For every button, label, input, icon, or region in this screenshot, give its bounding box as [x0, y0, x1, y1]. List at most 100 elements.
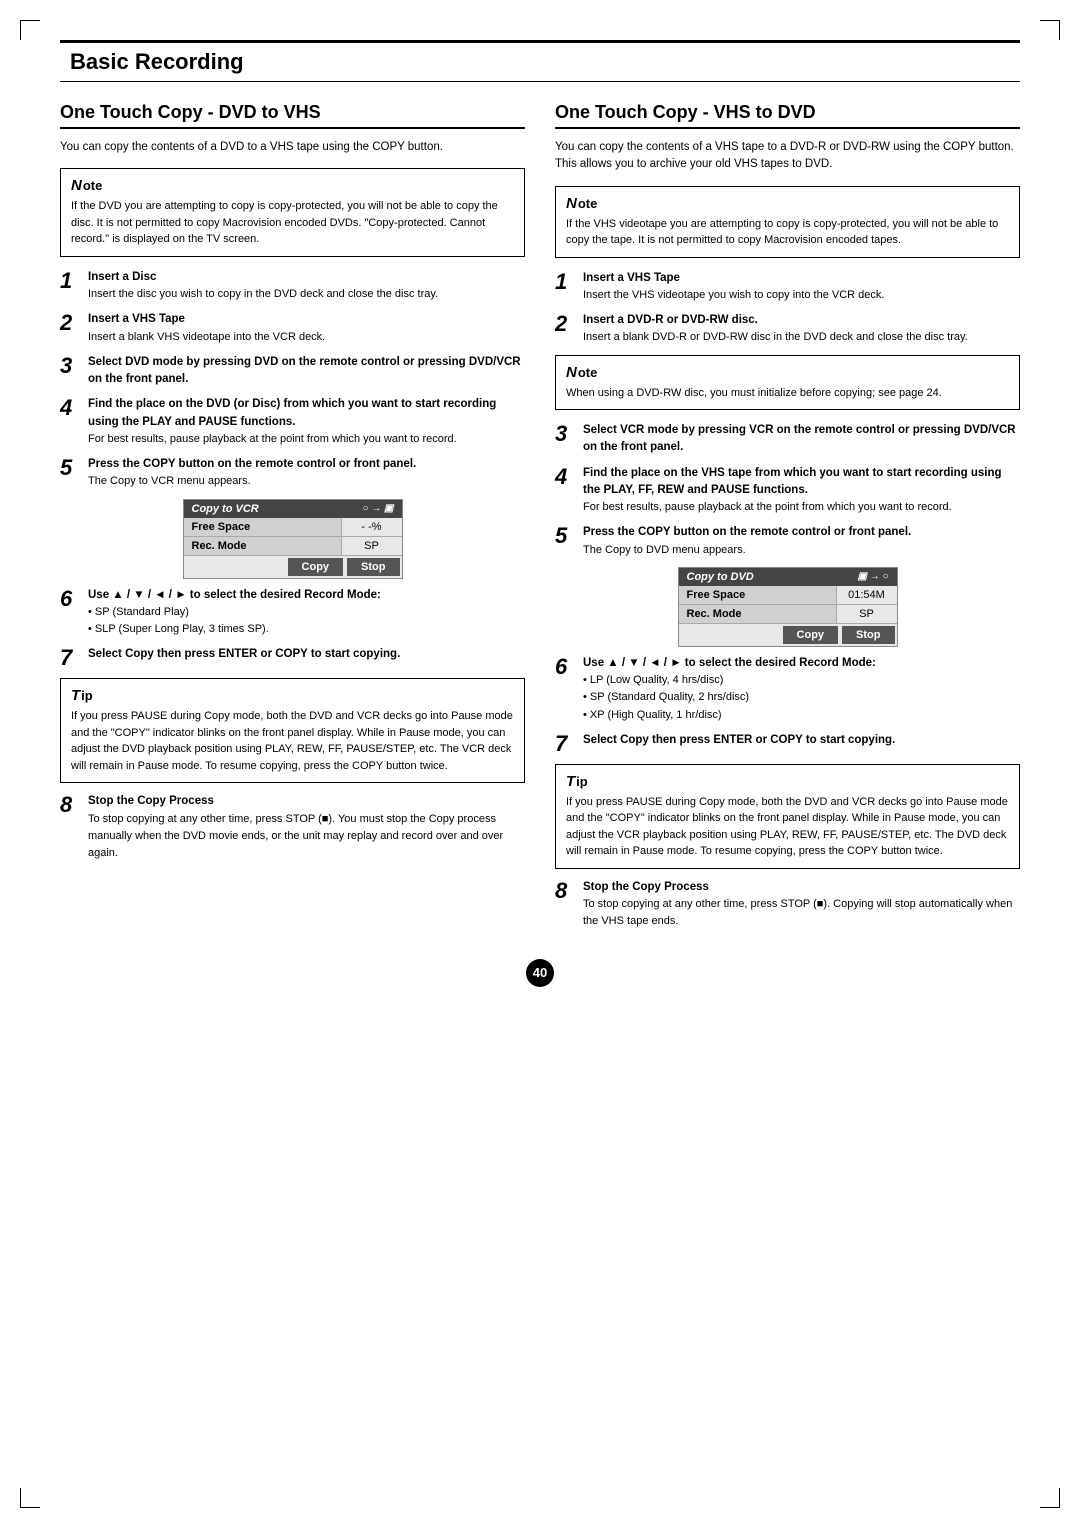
menu-dvd-stop-button[interactable]: Stop — [842, 626, 894, 644]
right-step-num-3: 3 — [555, 422, 579, 446]
left-step-6: 6 Use ▲ / ▼ / ◄ / ► to select the desire… — [60, 587, 525, 639]
step-num-4: 4 — [60, 396, 84, 420]
right-tip-title: T ip — [566, 773, 1009, 790]
right-note2-text: When using a DVD-RW disc, you must initi… — [566, 385, 1009, 402]
step-num-8: 8 — [60, 793, 84, 817]
step-num-5: 5 — [60, 456, 84, 480]
right-step-num-4: 4 — [555, 465, 579, 489]
right-section-heading: One Touch Copy - VHS to DVD — [555, 102, 1020, 129]
step-4-title: Find the place on the DVD (or Disc) from… — [88, 398, 496, 427]
menu-dvd-title-bar: Copy to DVD ▣ → ○ — [679, 568, 897, 586]
corner-mark-bl — [20, 1488, 40, 1508]
right-step-5-title: Press the COPY button on the remote cont… — [583, 526, 911, 538]
step-7-title: Select Copy then press ENTER or COPY to … — [88, 648, 400, 660]
menu-vcr-icons: ○ → ▣ — [362, 503, 393, 514]
left-tip-title: T ip — [71, 687, 514, 704]
menu-vcr-recmode-row: Rec. Mode SP — [184, 537, 402, 556]
menu-vcr-freespace-label: Free Space — [184, 518, 342, 536]
left-column: One Touch Copy - DVD to VHS You can copy… — [60, 102, 525, 939]
menu-vcr-buttons: Copy Stop — [184, 556, 402, 578]
right-tip-box: T ip If you press PAUSE during Copy mode… — [555, 764, 1020, 869]
step-num-2: 2 — [60, 311, 84, 335]
menu-vcr-label: Copy to VCR — [192, 503, 259, 515]
right-note-box: N ote If the VHS videotape you are attem… — [555, 186, 1020, 258]
right-step-5-body: The Copy to DVD menu appears. — [583, 544, 746, 556]
right-step-3-title: Select VCR mode by pressing VCR on the r… — [583, 424, 1016, 453]
step-4-body: For best results, pause playback at the … — [88, 433, 457, 445]
tip-t-icon-right: T — [566, 773, 575, 790]
right-step-num-6: 6 — [555, 655, 579, 679]
menu-dvd-freespace-row: Free Space 01:54M — [679, 586, 897, 605]
right-step-4-title: Find the place on the VHS tape from whic… — [583, 467, 1002, 496]
right-step-num-5: 5 — [555, 524, 579, 548]
right-step-7: 7 Select Copy then press ENTER or COPY t… — [555, 732, 1020, 756]
left-note-title: N ote — [71, 177, 514, 194]
tip-t-icon: T — [71, 687, 80, 704]
left-note-box: N ote If the DVD you are attempting to c… — [60, 168, 525, 257]
menu-dvd-freespace-label: Free Space — [679, 586, 837, 604]
right-step-num-8: 8 — [555, 879, 579, 903]
menu-dvd-freespace-value: 01:54M — [837, 586, 897, 604]
right-step-8-body: To stop copying at any other time, press… — [583, 898, 1012, 927]
right-step-6-body: • LP (Low Quality, 4 hrs/disc)• SP (Stan… — [583, 674, 749, 721]
left-step-2: 2 Insert a VHS Tape Insert a blank VHS v… — [60, 311, 525, 346]
left-tip-box: T ip If you press PAUSE during Copy mode… — [60, 678, 525, 783]
left-step-4: 4 Find the place on the DVD (or Disc) fr… — [60, 396, 525, 448]
right-column: One Touch Copy - VHS to DVD You can copy… — [555, 102, 1020, 939]
right-step-2-body: Insert a blank DVD-R or DVD-RW disc in t… — [583, 331, 968, 343]
right-step-4-body: For best results, pause playback at the … — [583, 501, 952, 513]
step-2-title: Insert a VHS Tape — [88, 313, 185, 325]
corner-mark-br — [1040, 1488, 1060, 1508]
step-1-body: Insert the disc you wish to copy in the … — [88, 288, 438, 300]
page-title-section: Basic Recording — [60, 40, 1020, 82]
menu-dvd-buttons: Copy Stop — [679, 624, 897, 646]
right-step-8-title: Stop the Copy Process — [583, 881, 709, 893]
step-5-body: The Copy to VCR menu appears. — [88, 475, 251, 487]
menu-vcr-stop-button[interactable]: Stop — [347, 558, 399, 576]
page-number-section: 40 — [60, 959, 1020, 987]
right-note2-box: N ote When using a DVD-RW disc, you must… — [555, 355, 1020, 411]
menu-dvd-recmode-value: SP — [837, 605, 897, 623]
step-num-1: 1 — [60, 269, 84, 293]
right-step-num-2: 2 — [555, 312, 579, 336]
left-section-intro: You can copy the contents of a DVD to a … — [60, 139, 525, 156]
right-step-2: 2 Insert a DVD-R or DVD-RW disc. Insert … — [555, 312, 1020, 347]
right-tip-text: If you press PAUSE during Copy mode, bot… — [566, 794, 1009, 860]
right-step-3: 3 Select VCR mode by pressing VCR on the… — [555, 422, 1020, 457]
menu-vcr-title: Copy to VCR ○ → ▣ — [184, 500, 402, 518]
step-2-body: Insert a blank VHS videotape into the VC… — [88, 331, 325, 343]
right-step-2-title: Insert a DVD-R or DVD-RW disc. — [583, 314, 758, 326]
menu-vcr-freespace-row: Free Space - -% — [184, 518, 402, 537]
left-step-7: 7 Select Copy then press ENTER or COPY t… — [60, 646, 525, 670]
copy-to-dvd-menu: Copy to DVD ▣ → ○ Free Space 01:54M Rec.… — [678, 567, 898, 647]
page-title: Basic Recording — [70, 49, 244, 74]
step-6-title: Use ▲ / ▼ / ◄ / ► to select the desired … — [88, 589, 381, 601]
menu-dvd-copy-button[interactable]: Copy — [783, 626, 839, 644]
right-step-1: 1 Insert a VHS Tape Insert the VHS video… — [555, 270, 1020, 305]
right-note2-title: N ote — [566, 364, 1009, 381]
left-tip-text: If you press PAUSE during Copy mode, bot… — [71, 708, 514, 774]
menu-vcr-recmode-label: Rec. Mode — [184, 537, 342, 555]
right-step-6-title: Use ▲ / ▼ / ◄ / ► to select the desired … — [583, 657, 876, 669]
menu-dvd-recmode-row: Rec. Mode SP — [679, 605, 897, 624]
left-step-8: 8 Stop the Copy Process To stop copying … — [60, 793, 525, 862]
right-step-1-title: Insert a VHS Tape — [583, 272, 680, 284]
right-step-5: 5 Press the COPY button on the remote co… — [555, 524, 1020, 559]
menu-dvd-recmode-label: Rec. Mode — [679, 605, 837, 623]
right-section-intro: You can copy the contents of a VHS tape … — [555, 139, 1020, 174]
right-step-1-body: Insert the VHS videotape you wish to cop… — [583, 289, 884, 301]
step-1-title: Insert a Disc — [88, 271, 156, 283]
left-note-text: If the DVD you are attempting to copy is… — [71, 198, 514, 248]
menu-dvd-label: Copy to DVD — [687, 571, 754, 583]
corner-mark-tr — [1040, 20, 1060, 40]
right-step-7-title: Select Copy then press ENTER or COPY to … — [583, 734, 895, 746]
menu-vcr-copy-button[interactable]: Copy — [288, 558, 344, 576]
right-note-title: N ote — [566, 195, 1009, 212]
step-6-body: • SP (Standard Play)• SLP (Super Long Pl… — [88, 606, 269, 635]
step-num-7: 7 — [60, 646, 84, 670]
menu-dvd-icons: ▣ → ○ — [857, 571, 888, 582]
note-n-icon-right2: N — [566, 364, 577, 381]
menu-vcr-freespace-value: - -% — [342, 518, 402, 536]
left-section-heading: One Touch Copy - DVD to VHS — [60, 102, 525, 129]
note-n-icon: N — [71, 177, 82, 194]
